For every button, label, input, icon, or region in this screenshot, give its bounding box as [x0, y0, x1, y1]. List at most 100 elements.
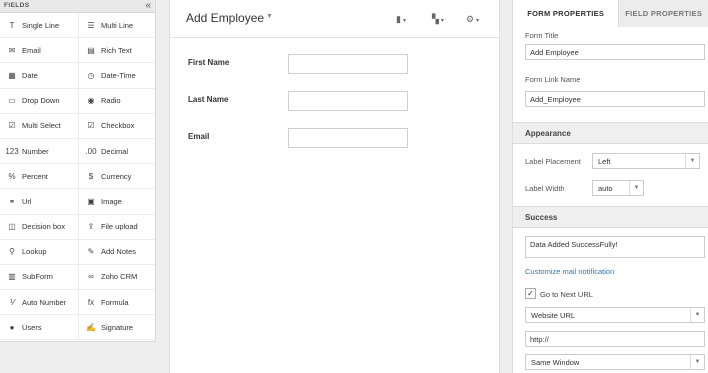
- field-item-radio[interactable]: ◉ Radio: [79, 89, 155, 114]
- field-item-file-upload[interactable]: ⇪ File upload: [79, 215, 155, 240]
- field-item-add-notes[interactable]: ✎ Add Notes: [79, 240, 155, 265]
- field-item-multi-select[interactable]: ☑ Multi Select: [0, 113, 79, 139]
- form-row-email: Email: [170, 128, 501, 150]
- field-item-url[interactable]: ⚭ Url: [0, 189, 79, 215]
- decision-box-icon: ◫: [8, 222, 16, 232]
- field-item-rich-text[interactable]: ▤ Rich Text: [79, 38, 155, 64]
- email-label: Email: [188, 132, 210, 141]
- auto-number-icon: ⅟: [9, 297, 15, 307]
- field-item-label: Users: [22, 322, 42, 332]
- success-section-header[interactable]: Success: [513, 206, 708, 228]
- last-name-label: Last Name: [188, 95, 229, 104]
- field-item-date-time[interactable]: ◷ Date-Time: [79, 63, 155, 89]
- field-item-label: Currency: [101, 171, 132, 181]
- email-icon: ✉: [8, 45, 16, 55]
- chevron-down-icon: ▼: [685, 154, 699, 168]
- url-type-value: Website URL: [531, 311, 576, 320]
- label-placement-value: Left: [598, 157, 611, 166]
- field-item-drop-down[interactable]: ▭ Drop Down: [0, 88, 79, 114]
- users-icon: ●: [9, 322, 15, 332]
- chevron-down-icon: ▼: [690, 355, 704, 369]
- field-item-label: Multi Line: [101, 20, 134, 30]
- label-width-value: auto: [598, 184, 613, 193]
- form-link-name-field[interactable]: Add_Employee: [525, 91, 705, 107]
- form-canvas: Add Employee ▼ ▮▼ ▚▼ ⚙▼ First Name Last …: [169, 0, 500, 373]
- field-item-label: Date-Time: [101, 70, 136, 80]
- field-item-label: Checkbox: [101, 121, 135, 131]
- image-icon: ▣: [87, 196, 95, 206]
- field-item-signature[interactable]: ✍ Signature: [79, 315, 155, 341]
- label-width-select[interactable]: auto ▼: [592, 180, 644, 196]
- form-title-prop-label: Form Title: [525, 31, 559, 40]
- tab-field-properties[interactable]: FIELD PROPERTIES: [618, 0, 708, 27]
- field-item-decision-box[interactable]: ◫ Decision box: [0, 214, 79, 240]
- layout-icon: ▚: [432, 14, 439, 24]
- customize-mail-notification-link[interactable]: Customize mail notification: [525, 267, 614, 276]
- field-item-percent[interactable]: % Percent: [0, 164, 79, 190]
- lookup-icon: ⚲: [9, 247, 15, 257]
- field-item-label: Url: [22, 196, 32, 206]
- form-title-field[interactable]: Add Employee: [525, 44, 705, 60]
- field-item-label: Lookup: [22, 247, 47, 257]
- form-title[interactable]: Add Employee: [186, 11, 264, 25]
- field-item-label: Add Notes: [101, 247, 137, 257]
- date-icon: ▦: [8, 70, 16, 80]
- report-chart-button[interactable]: ▮▼: [396, 14, 407, 25]
- success-heading: Success: [525, 213, 558, 222]
- field-item-multi-line[interactable]: ☰ Multi Line: [79, 13, 155, 39]
- field-item-label: Decimal: [101, 146, 129, 156]
- url-type-select[interactable]: Website URL ▼: [525, 307, 705, 323]
- percent-icon: %: [8, 171, 16, 181]
- field-item-checkbox[interactable]: ☑ Checkbox: [79, 114, 155, 139]
- go-to-next-url-checkbox[interactable]: ✓: [525, 288, 536, 299]
- window-option-select[interactable]: Same Window ▼: [525, 354, 705, 370]
- next-url-field[interactable]: http://: [525, 331, 705, 347]
- field-item-users[interactable]: ● Users: [0, 315, 79, 341]
- field-item-currency[interactable]: $ Currency: [79, 164, 155, 190]
- chevron-down-icon: ▼: [690, 308, 704, 322]
- rich-text-icon: ▤: [87, 45, 95, 55]
- field-item-label: Number: [22, 146, 49, 156]
- email-input[interactable]: [288, 128, 408, 148]
- success-message-field[interactable]: Data Added SuccessFully!: [525, 236, 705, 258]
- field-item-lookup[interactable]: ⚲ Lookup: [0, 239, 79, 265]
- tab-form-properties[interactable]: FORM PROPERTIES: [513, 0, 619, 27]
- currency-icon: $: [88, 171, 94, 181]
- window-option-value: Same Window: [531, 358, 580, 367]
- field-item-formula[interactable]: fx Formula: [79, 290, 155, 316]
- file-upload-icon: ⇪: [87, 222, 95, 232]
- field-item-single-line[interactable]: T Single Line: [0, 13, 79, 39]
- url-icon: ⚭: [8, 196, 16, 206]
- field-item-decimal[interactable]: .00 Decimal: [79, 139, 155, 165]
- checkbox-icon: ☑: [87, 121, 95, 131]
- add-notes-icon: ✎: [87, 247, 95, 257]
- appearance-section-header[interactable]: Appearance: [513, 122, 708, 144]
- field-item-label: Single Line: [22, 20, 60, 30]
- field-item-label: Signature: [101, 322, 134, 332]
- field-item-zoho-crm[interactable]: ∞ Zoho CRM: [79, 265, 155, 291]
- field-item-label: Date: [22, 70, 38, 80]
- field-item-subform[interactable]: ▥ SubForm: [0, 264, 79, 291]
- field-item-number[interactable]: 123 Number: [0, 138, 79, 165]
- layout-button[interactable]: ▚▼: [432, 14, 445, 25]
- field-item-label: Image: [101, 196, 122, 206]
- signature-icon: ✍: [86, 322, 96, 332]
- field-item-image[interactable]: ▣ Image: [79, 189, 155, 215]
- chevron-down-icon: ▼: [475, 18, 481, 24]
- field-item-label: Rich Text: [101, 45, 132, 55]
- number-icon: 123: [5, 146, 19, 156]
- first-name-label: First Name: [188, 58, 230, 67]
- first-name-input[interactable]: [288, 54, 408, 74]
- field-item-date[interactable]: ▦ Date: [0, 63, 79, 89]
- label-width-label: Label Width: [525, 184, 565, 193]
- field-item-auto-number[interactable]: ⅟ Auto Number: [0, 290, 79, 316]
- field-item-email[interactable]: ✉ Email: [0, 38, 79, 64]
- label-placement-select[interactable]: Left ▼: [592, 153, 700, 169]
- last-name-input[interactable]: [288, 91, 408, 111]
- form-title-dropdown-icon[interactable]: ▼: [266, 13, 273, 20]
- decimal-icon: .00: [85, 146, 97, 156]
- go-to-next-url-label: Go to Next URL: [540, 290, 593, 299]
- field-item-label: Formula: [101, 297, 129, 307]
- collapse-panel-icon[interactable]: «: [145, 0, 151, 12]
- settings-button[interactable]: ⚙▼: [466, 14, 480, 25]
